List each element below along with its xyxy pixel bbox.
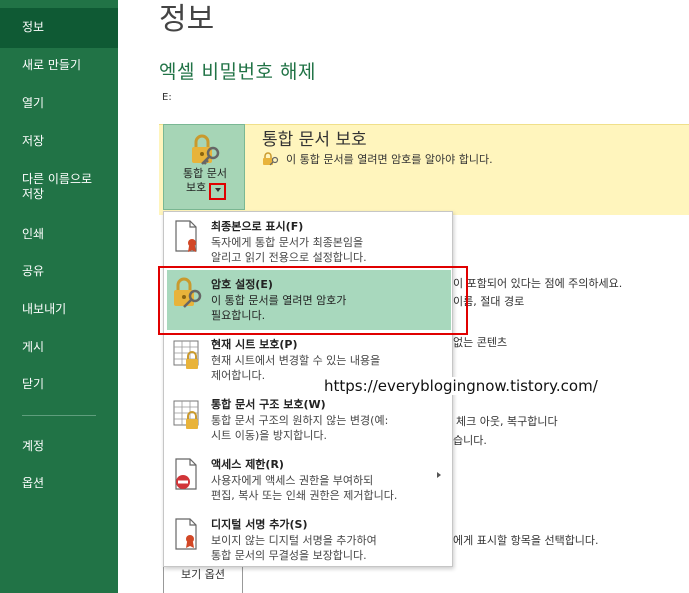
workbook-lock-icon [173, 400, 199, 429]
document-path: E: [162, 92, 172, 103]
nav-options[interactable]: 옵션 [0, 476, 118, 491]
nav-export[interactable]: 내보내기 [0, 302, 118, 317]
nav-label: 공유 [22, 264, 45, 278]
nav-label: 저장 [22, 134, 45, 148]
chevron-right-icon [437, 472, 441, 478]
protect-dropdown-toggle[interactable] [209, 183, 226, 200]
nav-account[interactable]: 계정 [0, 439, 118, 454]
annotation-highlight-box [158, 266, 468, 335]
nav-save[interactable]: 저장 [0, 134, 118, 149]
menu-item-protect-workbook-structure[interactable]: 통합 문서 구조 보호(W) 통합 문서 구조의 원하지 않는 변경(예: 시트… [164, 390, 452, 450]
menu-item-title: 액세스 제한(R) [211, 458, 284, 471]
nav-share[interactable]: 공유 [0, 264, 118, 279]
protect-button-label: 통합 문서 보호 [164, 167, 246, 195]
lock-key-icon [192, 134, 220, 165]
document-ribbon-icon [175, 220, 197, 252]
nav-publish[interactable]: 게시 [0, 340, 118, 355]
nav-label: 내보내기 [22, 302, 67, 316]
menu-item-title: 현재 시트 보호(P) [211, 338, 298, 351]
nav-print[interactable]: 인쇄 [0, 227, 118, 242]
nav-save-as[interactable]: 다른 이름으로 저장 [0, 172, 118, 202]
nav-label: 열기 [22, 96, 45, 110]
info-text: 체크 아웃, 복구합니다 [456, 415, 558, 428]
document-restrict-icon [175, 458, 197, 490]
menu-item-desc: 독자에게 통합 문서가 최종본임을 알리고 읽기 전용으로 설정합니다. [211, 236, 367, 264]
menu-item-desc: 사용자에게 액세스 권한을 부여하되 편집, 복사 또는 인쇄 권한은 제거합니… [211, 474, 398, 502]
nav-label: 다른 이름으로 저장 [22, 172, 93, 201]
menu-item-title: 최종본으로 표시(F) [211, 220, 304, 233]
info-text: 습니다. [453, 434, 487, 447]
document-signature-icon [175, 518, 197, 550]
nav-label: 계정 [22, 439, 45, 453]
info-text: 이 포함되어 있다는 점에 주의하세요. [453, 277, 623, 290]
chevron-down-icon [215, 188, 221, 192]
menu-item-restrict-access[interactable]: 액세스 제한(R) 사용자에게 액세스 권한을 부여하되 편집, 복사 또는 인… [164, 450, 452, 510]
protect-description: 이 통합 문서를 열려면 암호를 알아야 합니다. [262, 151, 493, 167]
nav-divider [22, 415, 96, 416]
nav-label: 정보 [22, 20, 45, 34]
watermark-url: https://everyblogingnow.tistory.com/ [322, 377, 600, 395]
nav-label: 새로 만들기 [22, 58, 82, 72]
protect-heading: 통합 문서 보호 [262, 130, 367, 150]
nav-info[interactable]: 정보 [0, 8, 118, 48]
menu-item-desc: 보이지 않는 디지털 서명을 추가하여 통합 문서의 무결성을 보장합니다. [211, 534, 377, 562]
info-text: 없는 콘텐츠 [453, 336, 508, 349]
protect-button-label-line2: 보호 [186, 181, 207, 194]
protect-description-text: 이 통합 문서를 열려면 암호를 알아야 합니다. [286, 153, 493, 166]
info-text: 에게 표시할 항목을 선택합니다. [453, 534, 599, 547]
sheet-lock-icon [173, 340, 199, 369]
small-lock-key-icon [263, 152, 279, 166]
menu-item-title: 통합 문서 구조 보호(W) [211, 398, 326, 411]
nav-new[interactable]: 새로 만들기 [0, 58, 118, 73]
protect-workbook-button[interactable]: 통합 문서 보호 [163, 124, 245, 210]
nav-label: 옵션 [22, 476, 45, 490]
nav-label: 게시 [22, 340, 45, 354]
nav-label: 닫기 [22, 377, 45, 391]
page-title: 정보 [159, 2, 215, 37]
protect-button-label-line1: 통합 문서 [183, 167, 227, 180]
nav-close[interactable]: 닫기 [0, 377, 118, 392]
menu-item-title: 디지털 서명 추가(S) [211, 518, 308, 531]
nav-open[interactable]: 열기 [0, 96, 118, 111]
backstage-sidebar: 정보 새로 만들기 열기 저장 다른 이름으로 저장 인쇄 공유 내보내기 게시… [0, 0, 118, 593]
document-title: 엑셀 비밀번호 해제 [159, 61, 316, 83]
menu-item-add-digital-signature[interactable]: 디지털 서명 추가(S) 보이지 않는 디지털 서명을 추가하여 통합 문서의 … [164, 510, 452, 570]
nav-label: 인쇄 [22, 227, 45, 241]
menu-item-desc: 통합 문서 구조의 원하지 않는 변경(예: 시트 이동)을 방지합니다. [211, 414, 389, 442]
menu-item-mark-as-final[interactable]: 최종본으로 표시(F) 독자에게 통합 문서가 최종본임을 알리고 읽기 전용으… [164, 212, 452, 272]
